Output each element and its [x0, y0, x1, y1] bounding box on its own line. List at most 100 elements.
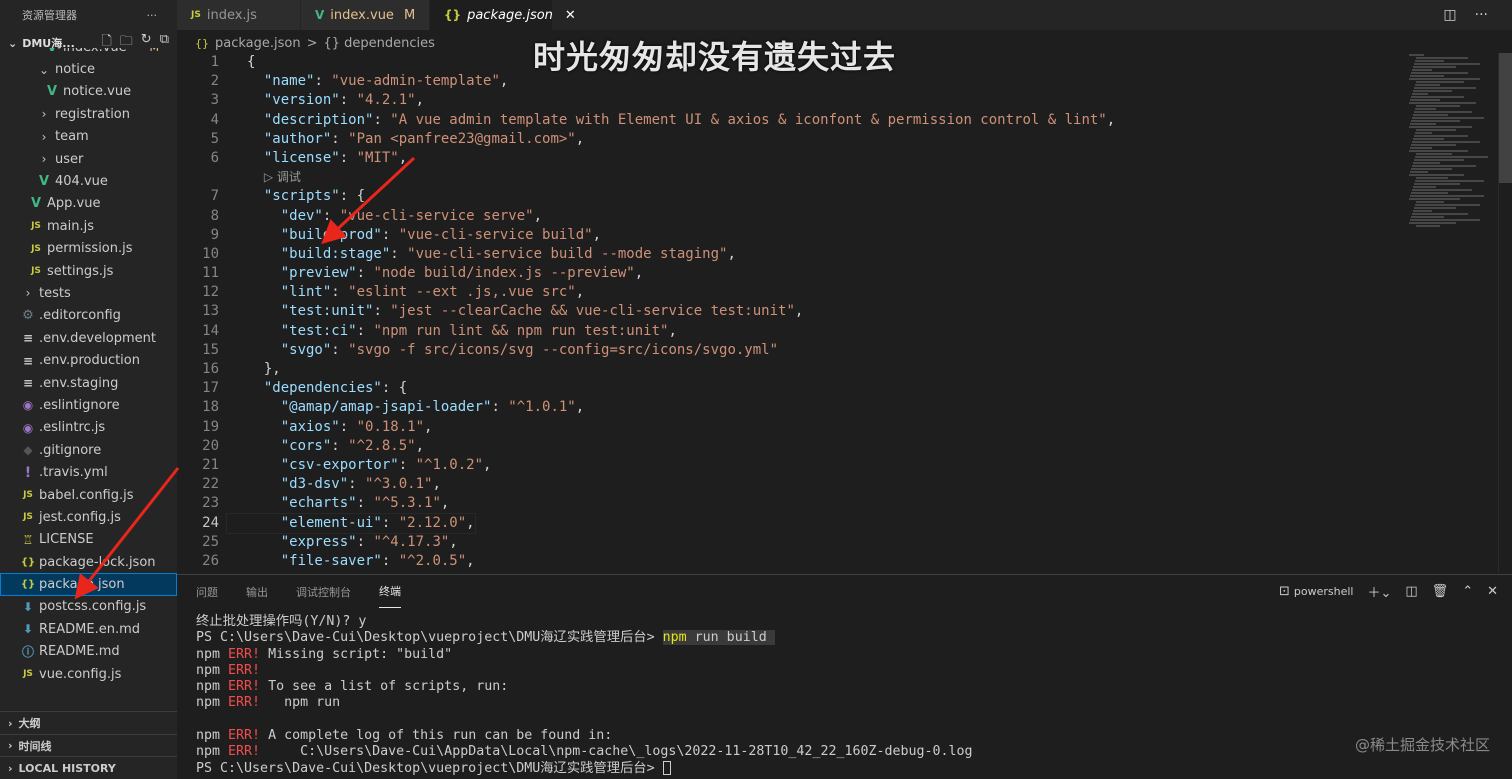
token-pun	[247, 265, 281, 281]
minimap-line	[1411, 168, 1452, 170]
npm-prefix: npm	[196, 728, 229, 744]
minimap-line	[1410, 219, 1480, 221]
token-key: "dev"	[280, 207, 323, 224]
file-tree-item[interactable]: Vnotice.vue	[0, 81, 177, 103]
file-tree-item[interactable]: › registration	[0, 103, 177, 125]
terminal[interactable]: 终止批处理操作吗(Y/N)? y PS C:\Users\Dave-Cui\Des…	[177, 608, 1512, 777]
file-tree-item[interactable]: ≡ .env.production	[0, 349, 177, 371]
minimap[interactable]	[1407, 53, 1499, 573]
panel-tab[interactable]: 调试控制台	[296, 575, 351, 608]
minimap-line	[1416, 225, 1440, 227]
breadcrumb-file[interactable]: package.json	[215, 36, 301, 51]
file-tree-item[interactable]: ⬇ postcss.config.js	[0, 596, 177, 618]
token-key: "csv-exportor"	[280, 456, 399, 473]
split-terminal-icon[interactable]: ◫	[1405, 584, 1417, 599]
token-str: "0.18.1"	[356, 418, 425, 435]
sidebar-sections: › 大纲 › 时间线 › LOCAL HISTORY	[0, 711, 177, 779]
minimap-line	[1414, 87, 1476, 89]
token-str: "svgo -f src/icons/svg --config=src/icon…	[348, 341, 779, 358]
panel-tab[interactable]: 问题	[196, 575, 218, 608]
line-number: 17	[202, 380, 219, 397]
scrollbar-thumb[interactable]	[1499, 53, 1512, 183]
terminal-line: npm ERR! npm run	[196, 695, 1512, 711]
js-icon: JS	[23, 669, 33, 680]
line-number: 1	[210, 54, 219, 70]
trash-icon[interactable]: 🗑	[1432, 584, 1449, 599]
file-tree-item[interactable]: ◉ .eslintignore	[0, 394, 177, 416]
file-tree-item[interactable]: {} package-lock.json	[0, 551, 177, 573]
file-tree-item[interactable]: JS jest.config.js	[0, 506, 177, 528]
file-tree-label: settings.js	[47, 263, 114, 279]
file-tree-item[interactable]: JS permission.js	[0, 238, 177, 260]
minimap-line	[1416, 57, 1468, 59]
editor-tab[interactable]: JS index.js	[177, 0, 301, 30]
code-content: "cors": "^2.8.5",	[227, 437, 424, 456]
token-str: "vue-cli-service build --mode staging"	[407, 245, 728, 262]
file-tree-item[interactable]: › team	[0, 126, 177, 148]
file-tree-item[interactable]: JS babel.config.js	[0, 484, 177, 506]
token-pun: ,	[398, 149, 408, 166]
code-content: "lint": "eslint --ext .js,.vue src",	[227, 283, 584, 302]
terminal-prompt: PS C:\Users\Dave-Cui\Desktop\vueproject\…	[196, 760, 663, 776]
editor-tab[interactable]: Vindex.vue M	[301, 0, 430, 30]
token-str: "vue-admin-template"	[331, 73, 500, 90]
more-actions-icon[interactable]: ···	[147, 9, 158, 22]
token-pun: :	[390, 245, 408, 262]
error-tag: ERR!	[228, 646, 261, 662]
code-line: 12 "lint": "eslint --ext .js,.vue src",	[177, 283, 1407, 302]
file-tree-item[interactable]: V 404.vue	[0, 170, 177, 192]
terminal-command: npm run build	[662, 630, 775, 646]
file-tree-item[interactable]: ⚙ .editorconfig	[0, 305, 177, 327]
file-tree-item[interactable]: ◆ .gitignore	[0, 439, 177, 461]
file-tree-item[interactable]: JS vue.config.js	[0, 663, 177, 685]
panel-tab[interactable]: 输出	[246, 575, 268, 608]
line-number: 25	[202, 533, 219, 550]
file-tree-item[interactable]: ◉ .eslintrc.js	[0, 417, 177, 439]
code-line: 11 "preview": "node build/index.js --pre…	[177, 264, 1407, 283]
file-tree-item[interactable]: JS settings.js	[0, 260, 177, 282]
token-pun: ,	[466, 514, 475, 531]
file-tree-label: postcss.config.js	[39, 599, 147, 615]
sidebar-section-1[interactable]: › 时间线	[0, 733, 177, 757]
token-key: "svgo"	[280, 341, 332, 358]
editor-scrollbar[interactable]	[1498, 53, 1512, 573]
file-tree-item[interactable]: {} package.json	[0, 573, 177, 596]
new-terminal-icon[interactable]: ＋⌄	[1367, 582, 1391, 601]
breadcrumb-node[interactable]: {} dependencies	[324, 36, 435, 51]
panel-tab[interactable]: 终端	[379, 575, 401, 608]
split-editor-icon[interactable]: ◫	[1443, 7, 1456, 23]
token-pun: ,	[634, 265, 644, 282]
shell-name[interactable]: powershell	[1294, 585, 1354, 598]
file-tree-item[interactable]: ! .travis.yml	[0, 461, 177, 483]
code-line: 7 "scripts": {	[177, 187, 1407, 206]
editor-actions: ◫ ···	[1443, 0, 1512, 30]
sidebar-section-0[interactable]: › 大纲	[0, 711, 177, 734]
file-tree-item[interactable]: › tests	[0, 282, 177, 304]
code-editor[interactable]: 1{2 "name": "vue-admin-template", 3 "vers…	[177, 53, 1407, 573]
debug-codelens[interactable]: ▷ 调试	[264, 170, 301, 184]
file-tree-item[interactable]: ⓘ README.md	[0, 641, 177, 663]
sidebar-section-2[interactable]: › LOCAL HISTORY	[0, 756, 177, 779]
editor-tab[interactable]: {} package.json ✕	[430, 0, 576, 30]
file-tree-item[interactable]: JS main.js	[0, 215, 177, 237]
token-str: "MIT"	[356, 149, 399, 166]
file-tree-item[interactable]: ≡ .env.development	[0, 327, 177, 349]
line-number: 26	[202, 552, 219, 569]
minimap-line	[1412, 165, 1476, 167]
token-pun	[247, 438, 281, 454]
code-line: 22 "d3-dsv": "^3.0.1",	[177, 475, 1407, 494]
file-tree-item[interactable]: Vindex.vue M	[0, 48, 177, 58]
file-tree-item[interactable]: ≡ .env.staging	[0, 372, 177, 394]
maximize-panel-icon[interactable]: ⌃	[1462, 584, 1473, 599]
file-tree-item[interactable]: ⬇ README.en.md	[0, 618, 177, 640]
close-panel-icon[interactable]: ✕	[1487, 584, 1498, 599]
file-tree-item[interactable]: ⌄ notice	[0, 58, 177, 80]
token-pun	[247, 92, 264, 108]
file-tree-item[interactable]: ♖ LICENSE	[0, 529, 177, 551]
error-message: C:\Users\Dave-Cui\AppData\Local\npm-cach…	[260, 744, 973, 760]
file-tree-item[interactable]: V App.vue	[0, 193, 177, 215]
more-icon[interactable]: ···	[1475, 7, 1488, 23]
file-tree-item[interactable]: › user	[0, 148, 177, 170]
error-tag: ERR!	[228, 662, 261, 678]
close-icon[interactable]: ✕	[565, 8, 576, 23]
